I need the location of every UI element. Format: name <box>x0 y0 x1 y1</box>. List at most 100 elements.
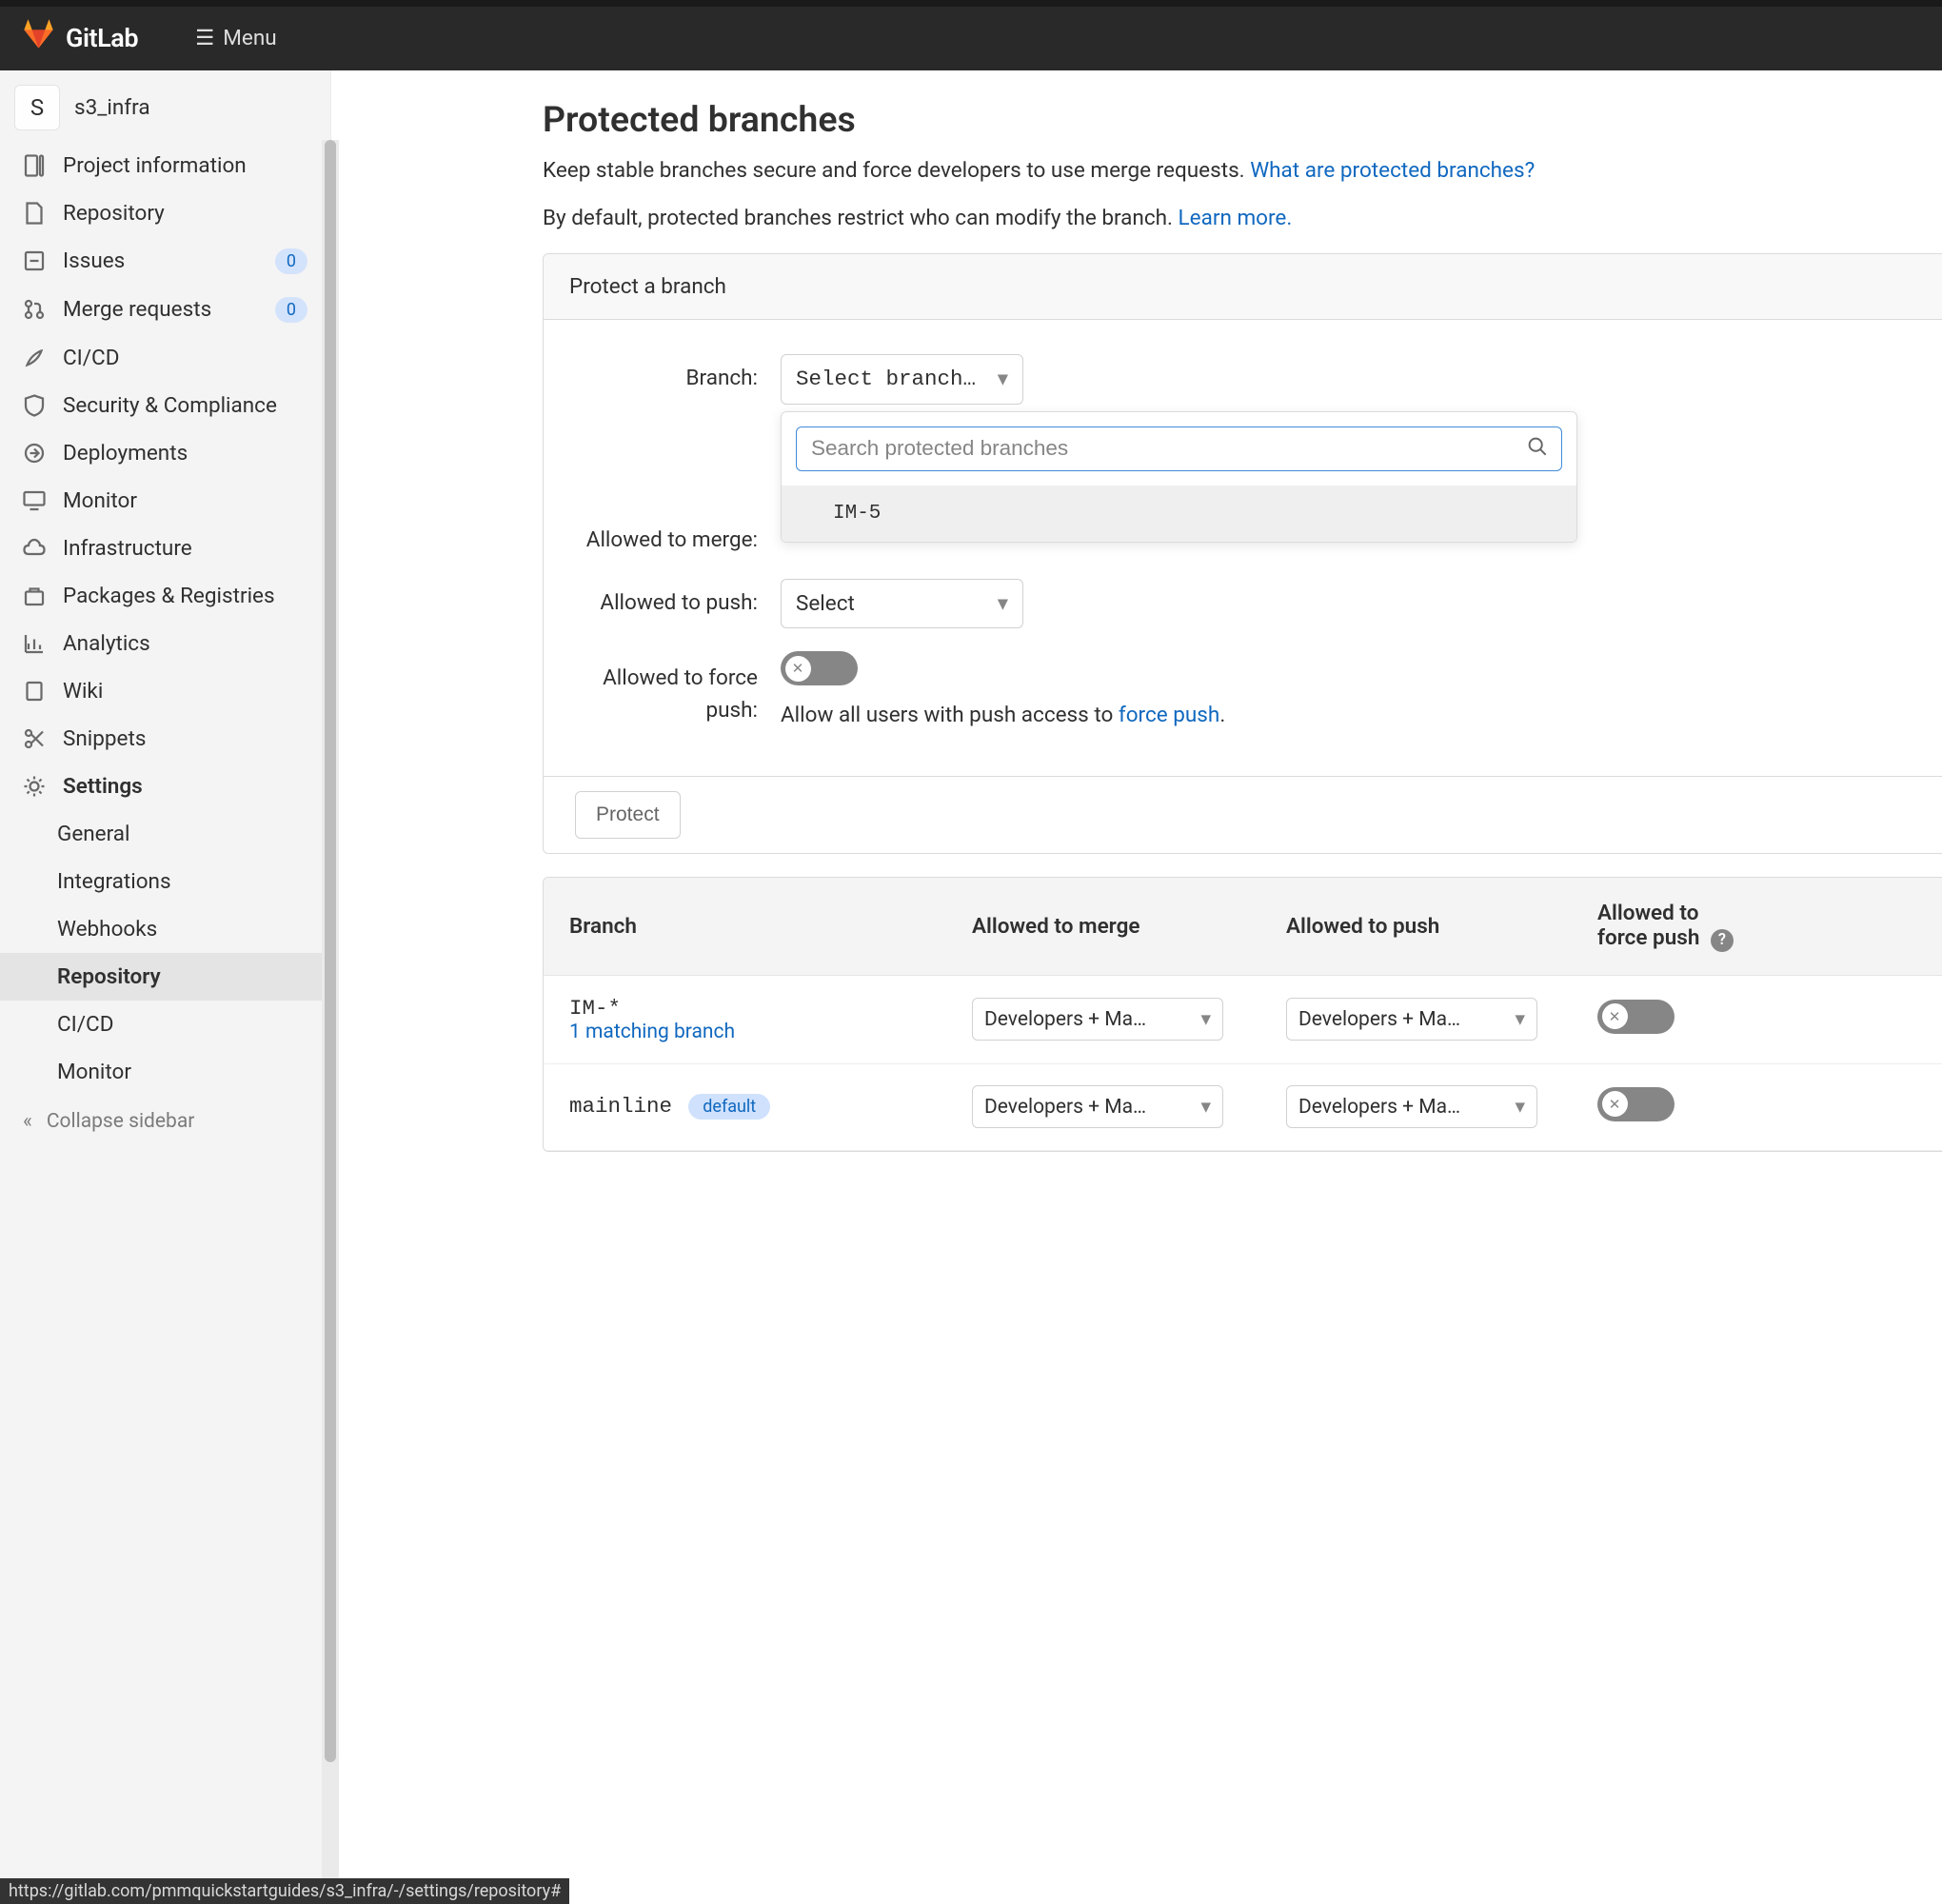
allowed-force-push-label: Allowed to force push: <box>569 651 781 727</box>
info-icon <box>23 154 46 177</box>
chevron-down-icon: ▾ <box>998 591 1008 616</box>
row-merge-select[interactable]: Developers + Ma… ▾ <box>972 1085 1223 1128</box>
learn-more-link[interactable]: Learn more. <box>1179 206 1293 230</box>
issue-icon <box>23 249 46 272</box>
description-2: By default, protected branches restrict … <box>543 206 1942 230</box>
sidebar-sub-integrations[interactable]: Integrations <box>0 858 330 905</box>
branch-select[interactable]: Select branch… ▾ <box>781 354 1023 405</box>
sidebar-sub-repository[interactable]: Repository <box>0 953 330 1001</box>
sidebar-item-label: CI/CD <box>63 346 119 370</box>
chevron-down-icon: ▾ <box>998 367 1008 392</box>
allowed-push-select-text: Select <box>796 591 855 616</box>
chevron-down-icon: ▾ <box>1515 1007 1525 1031</box>
table-row: IM-* 1 matching branch Developers + Ma… … <box>544 976 1942 1064</box>
toggle-knob-off-icon: ✕ <box>1602 1003 1628 1029</box>
project-avatar: S <box>14 85 60 130</box>
file-icon <box>23 202 46 225</box>
page-title: Protected branches <box>543 99 1942 141</box>
sidebar-item-analytics[interactable]: Analytics <box>0 620 330 667</box>
description-1: Keep stable branches secure and force de… <box>543 158 1942 183</box>
branch-search-input[interactable] <box>811 436 1513 461</box>
branch-option[interactable]: IM-5 <box>782 486 1576 542</box>
chevron-down-icon: ▾ <box>1200 1007 1211 1031</box>
force-push-link[interactable]: force push <box>1119 703 1219 727</box>
branch-label: Branch: <box>569 354 781 390</box>
toggle-knob-off-icon: ✕ <box>785 656 811 682</box>
row-merge-select[interactable]: Developers + Ma… ▾ <box>972 998 1223 1041</box>
row-push-select[interactable]: Developers + Ma… ▾ <box>1286 998 1537 1041</box>
sidebar-item-monitor[interactable]: Monitor <box>0 477 330 525</box>
sidebar-sub-cicd[interactable]: CI/CD <box>0 1001 330 1048</box>
package-icon <box>23 585 46 607</box>
sidebar-item-label: Infrastructure <box>63 536 192 561</box>
sidebar-item-label: Settings <box>63 774 143 799</box>
default-badge: default <box>688 1094 770 1120</box>
issues-count-badge: 0 <box>275 248 307 274</box>
th-force: Allowed to force push ? <box>1597 901 1748 952</box>
sidebar-item-snippets[interactable]: Snippets <box>0 715 330 763</box>
sidebar-item-label: Merge requests <box>63 297 211 322</box>
sidebar-scrollbar[interactable] <box>322 140 339 1904</box>
question-icon[interactable]: ? <box>1711 929 1734 952</box>
force-push-help: Allow all users with push access to forc… <box>781 703 1942 727</box>
search-icon <box>1527 436 1547 462</box>
menu-button[interactable]: ☰ Menu <box>195 26 277 50</box>
sidebar-item-label: Analytics <box>63 631 150 656</box>
row-push-select[interactable]: Developers + Ma… ▾ <box>1286 1085 1537 1128</box>
branch-search[interactable] <box>796 426 1562 471</box>
monitor-icon <box>23 489 46 512</box>
sidebar-sub-monitor[interactable]: Monitor <box>0 1048 330 1096</box>
what-are-protected-branches-link[interactable]: What are protected branches? <box>1250 158 1535 183</box>
table-row: mainline default Developers + Ma… ▾ Deve… <box>544 1064 1942 1151</box>
sidebar-item-label: Packages & Registries <box>63 584 275 608</box>
sidebar-item-label: Issues <box>63 248 125 273</box>
merge-icon <box>23 298 46 321</box>
sidebar: S s3_infra Project information Repositor… <box>0 70 331 1904</box>
top-navbar: GitLab ☰ Menu ▾ <box>0 0 1942 70</box>
sidebar-sub-webhooks[interactable]: Webhooks <box>0 905 330 953</box>
main-content: Protected branches Keep stable branches … <box>331 70 1942 1904</box>
allowed-merge-label: Allowed to merge: <box>569 513 781 557</box>
rocket-icon <box>23 347 46 369</box>
sidebar-item-merge-requests[interactable]: Merge requests 0 <box>0 286 330 334</box>
sidebar-item-security[interactable]: Security & Compliance <box>0 382 330 429</box>
row-force-toggle[interactable]: ✕ <box>1597 1087 1674 1121</box>
row-force-toggle[interactable]: ✕ <box>1597 1000 1674 1034</box>
matching-branch-link[interactable]: 1 matching branch <box>569 1021 735 1043</box>
gear-icon <box>23 775 46 798</box>
sidebar-item-label: Security & Compliance <box>63 393 277 418</box>
th-merge: Allowed to merge <box>972 914 1286 939</box>
sidebar-item-infrastructure[interactable]: Infrastructure <box>0 525 330 572</box>
gitlab-logo-icon <box>23 18 54 58</box>
collapse-sidebar[interactable]: « Collapse sidebar <box>0 1096 330 1147</box>
sidebar-item-project-information[interactable]: Project information <box>0 142 330 189</box>
sidebar-item-label: Wiki <box>63 679 103 704</box>
sidebar-item-wiki[interactable]: Wiki <box>0 667 330 715</box>
brand-text: GitLab <box>66 23 138 53</box>
sidebar-sub-general[interactable]: General <box>0 810 330 858</box>
sidebar-item-issues[interactable]: Issues 0 <box>0 237 330 286</box>
sidebar-item-repository[interactable]: Repository <box>0 189 330 237</box>
force-push-toggle[interactable]: ✕ <box>781 651 858 685</box>
sidebar-item-settings[interactable]: Settings <box>0 763 330 810</box>
project-header[interactable]: S s3_infra <box>0 70 330 142</box>
panel-title: Protect a branch <box>544 254 1942 320</box>
chevron-down-icon: ▾ <box>1515 1095 1525 1119</box>
protect-button[interactable]: Protect <box>575 791 681 839</box>
table-header: Branch Allowed to merge Allowed to push … <box>544 878 1942 976</box>
sidebar-item-label: Repository <box>63 201 165 226</box>
collapse-label: Collapse sidebar <box>47 1110 195 1133</box>
sidebar-item-packages[interactable]: Packages & Registries <box>0 572 330 620</box>
th-branch: Branch <box>569 914 972 939</box>
sidebar-item-cicd[interactable]: CI/CD <box>0 334 330 382</box>
book-icon <box>23 680 46 703</box>
sidebar-item-deployments[interactable]: Deployments <box>0 429 330 477</box>
branch-select-text: Select branch… <box>796 367 976 391</box>
shield-icon <box>23 394 46 417</box>
sidebar-item-label: Monitor <box>63 488 137 513</box>
sidebar-item-label: Snippets <box>63 726 146 751</box>
allowed-push-select[interactable]: Select ▾ <box>781 579 1023 628</box>
branch-name: mainline <box>569 1094 672 1119</box>
branch-name: IM-* <box>569 996 972 1021</box>
gitlab-logo[interactable]: GitLab <box>23 18 138 58</box>
